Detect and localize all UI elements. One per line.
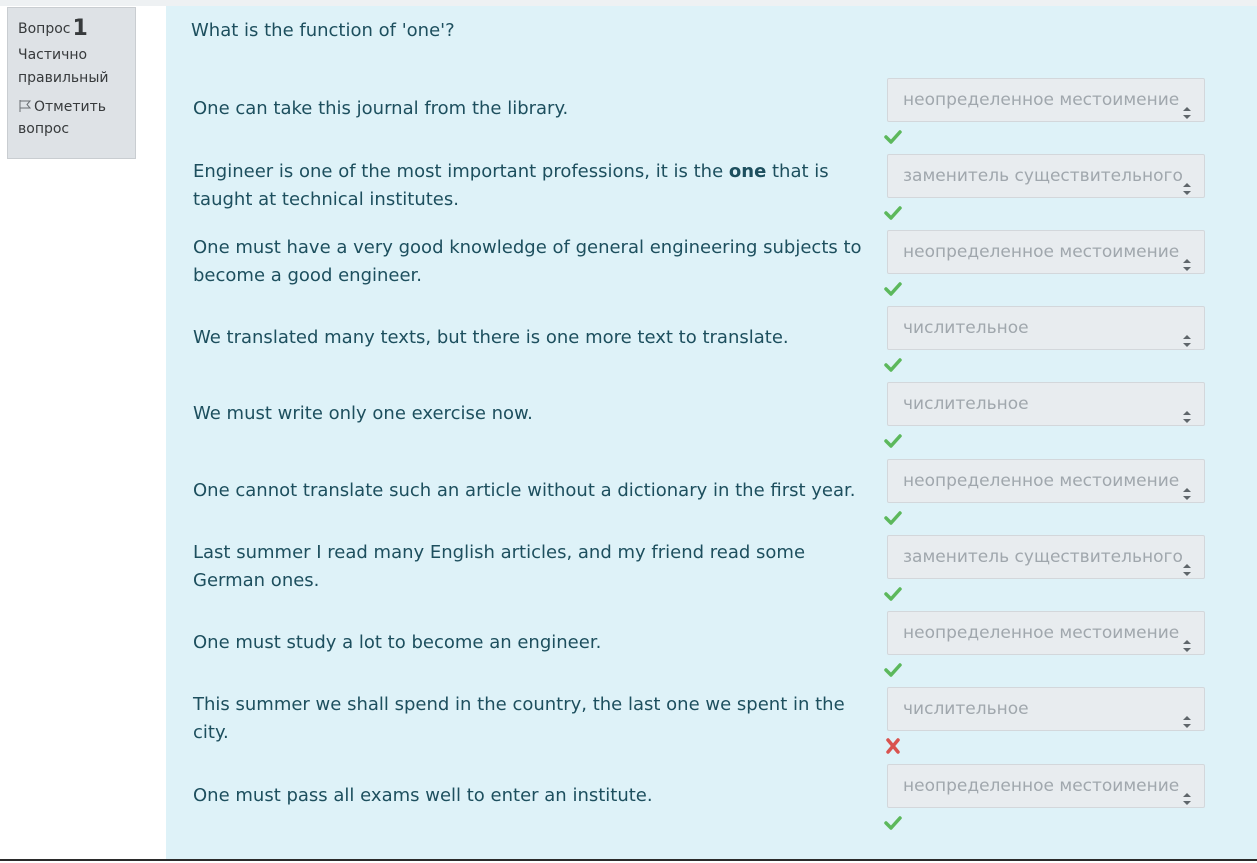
flag-label-2: вопрос — [18, 121, 70, 137]
match-row: We must write only one exercise now. чис… — [166, 382, 1257, 458]
correct-check-icon — [884, 662, 902, 678]
select-arrows-icon — [1182, 475, 1192, 500]
correct-check-icon — [884, 357, 902, 373]
question-number: Вопрос1 — [18, 18, 125, 40]
correct-check-icon — [884, 586, 902, 602]
flag-question-link[interactable]: Отметить вопрос — [18, 96, 125, 140]
match-row: This summer we shall spend in the countr… — [166, 687, 1257, 763]
incorrect-cross-icon — [884, 738, 902, 754]
question-state: Частично правильный — [18, 44, 125, 90]
match-row: Engineer is one of the most important pr… — [166, 154, 1257, 230]
match-row: One cannot translate such an article wit… — [166, 459, 1257, 535]
match-sentence: One must study a lot to become an engine… — [193, 632, 602, 653]
correct-check-icon — [884, 281, 902, 297]
question-label: Вопрос — [18, 21, 71, 37]
match-row: One must have a very good knowledge of g… — [166, 230, 1257, 306]
answer-select[interactable]: заменитель существительного — [887, 535, 1205, 579]
select-arrows-icon — [1182, 780, 1192, 805]
select-arrows-icon — [1182, 703, 1192, 728]
match-sentence: We must write only one exercise now. — [193, 403, 533, 424]
answer-select[interactable]: числительное — [887, 306, 1205, 350]
select-arrows-icon — [1182, 170, 1192, 195]
match-row: One must pass all exams well to enter an… — [166, 764, 1257, 840]
state-line-1: Частично — [18, 47, 88, 63]
correct-check-icon — [884, 433, 902, 449]
answer-select[interactable]: заменитель существительного — [887, 154, 1205, 198]
answer-select[interactable]: неопределенное местоимение — [887, 459, 1205, 503]
match-row: Last summer I read many English articles… — [166, 535, 1257, 611]
answer-select[interactable]: неопределенное местоимение — [887, 230, 1205, 274]
correct-check-icon — [884, 205, 902, 221]
question-content: What is the function of 'one'? One can t… — [166, 6, 1257, 859]
match-sentence: This summer we shall spend in the countr… — [193, 694, 845, 743]
match-sentence: One can take this journal from the libra… — [193, 98, 569, 119]
select-arrows-icon — [1182, 94, 1192, 119]
answer-select[interactable]: неопределенное местоимение — [887, 78, 1205, 122]
select-arrows-icon — [1182, 627, 1192, 652]
correct-check-icon — [884, 815, 902, 831]
match-sentence: Last summer I read many English articles… — [193, 542, 806, 591]
question-number-value: 1 — [72, 16, 88, 41]
select-arrows-icon — [1182, 398, 1192, 423]
select-arrows-icon — [1182, 322, 1192, 347]
correct-check-icon — [884, 129, 902, 145]
select-arrows-icon — [1182, 551, 1192, 576]
match-sentence: One cannot translate such an article wit… — [193, 480, 856, 501]
flag-icon — [18, 98, 32, 112]
match-row: One must study a lot to become an engine… — [166, 611, 1257, 687]
bottom-border — [0, 859, 1257, 861]
answer-select[interactable]: числительное — [887, 382, 1205, 426]
flag-label-1: Отметить — [34, 99, 107, 115]
match-sentence: One must have a very good knowledge of g… — [193, 237, 862, 286]
question-info-panel: Вопрос1 Частично правильный Отметить воп… — [7, 7, 136, 159]
match-sentence: One must pass all exams well to enter an… — [193, 785, 653, 806]
match-row: One can take this journal from the libra… — [166, 78, 1257, 154]
answer-select[interactable]: числительное — [887, 687, 1205, 731]
match-sentence: We translated many texts, but there is o… — [193, 327, 789, 348]
question-text: What is the function of 'one'? — [191, 20, 455, 41]
match-row: We translated many texts, but there is o… — [166, 306, 1257, 382]
correct-check-icon — [884, 510, 902, 526]
select-arrows-icon — [1182, 246, 1192, 271]
answer-select[interactable]: неопределенное местоимение — [887, 611, 1205, 655]
match-sentence: Engineer is one of the most important pr… — [193, 161, 829, 210]
answer-select[interactable]: неопределенное местоимение — [887, 764, 1205, 808]
state-line-2: правильный — [18, 70, 109, 86]
